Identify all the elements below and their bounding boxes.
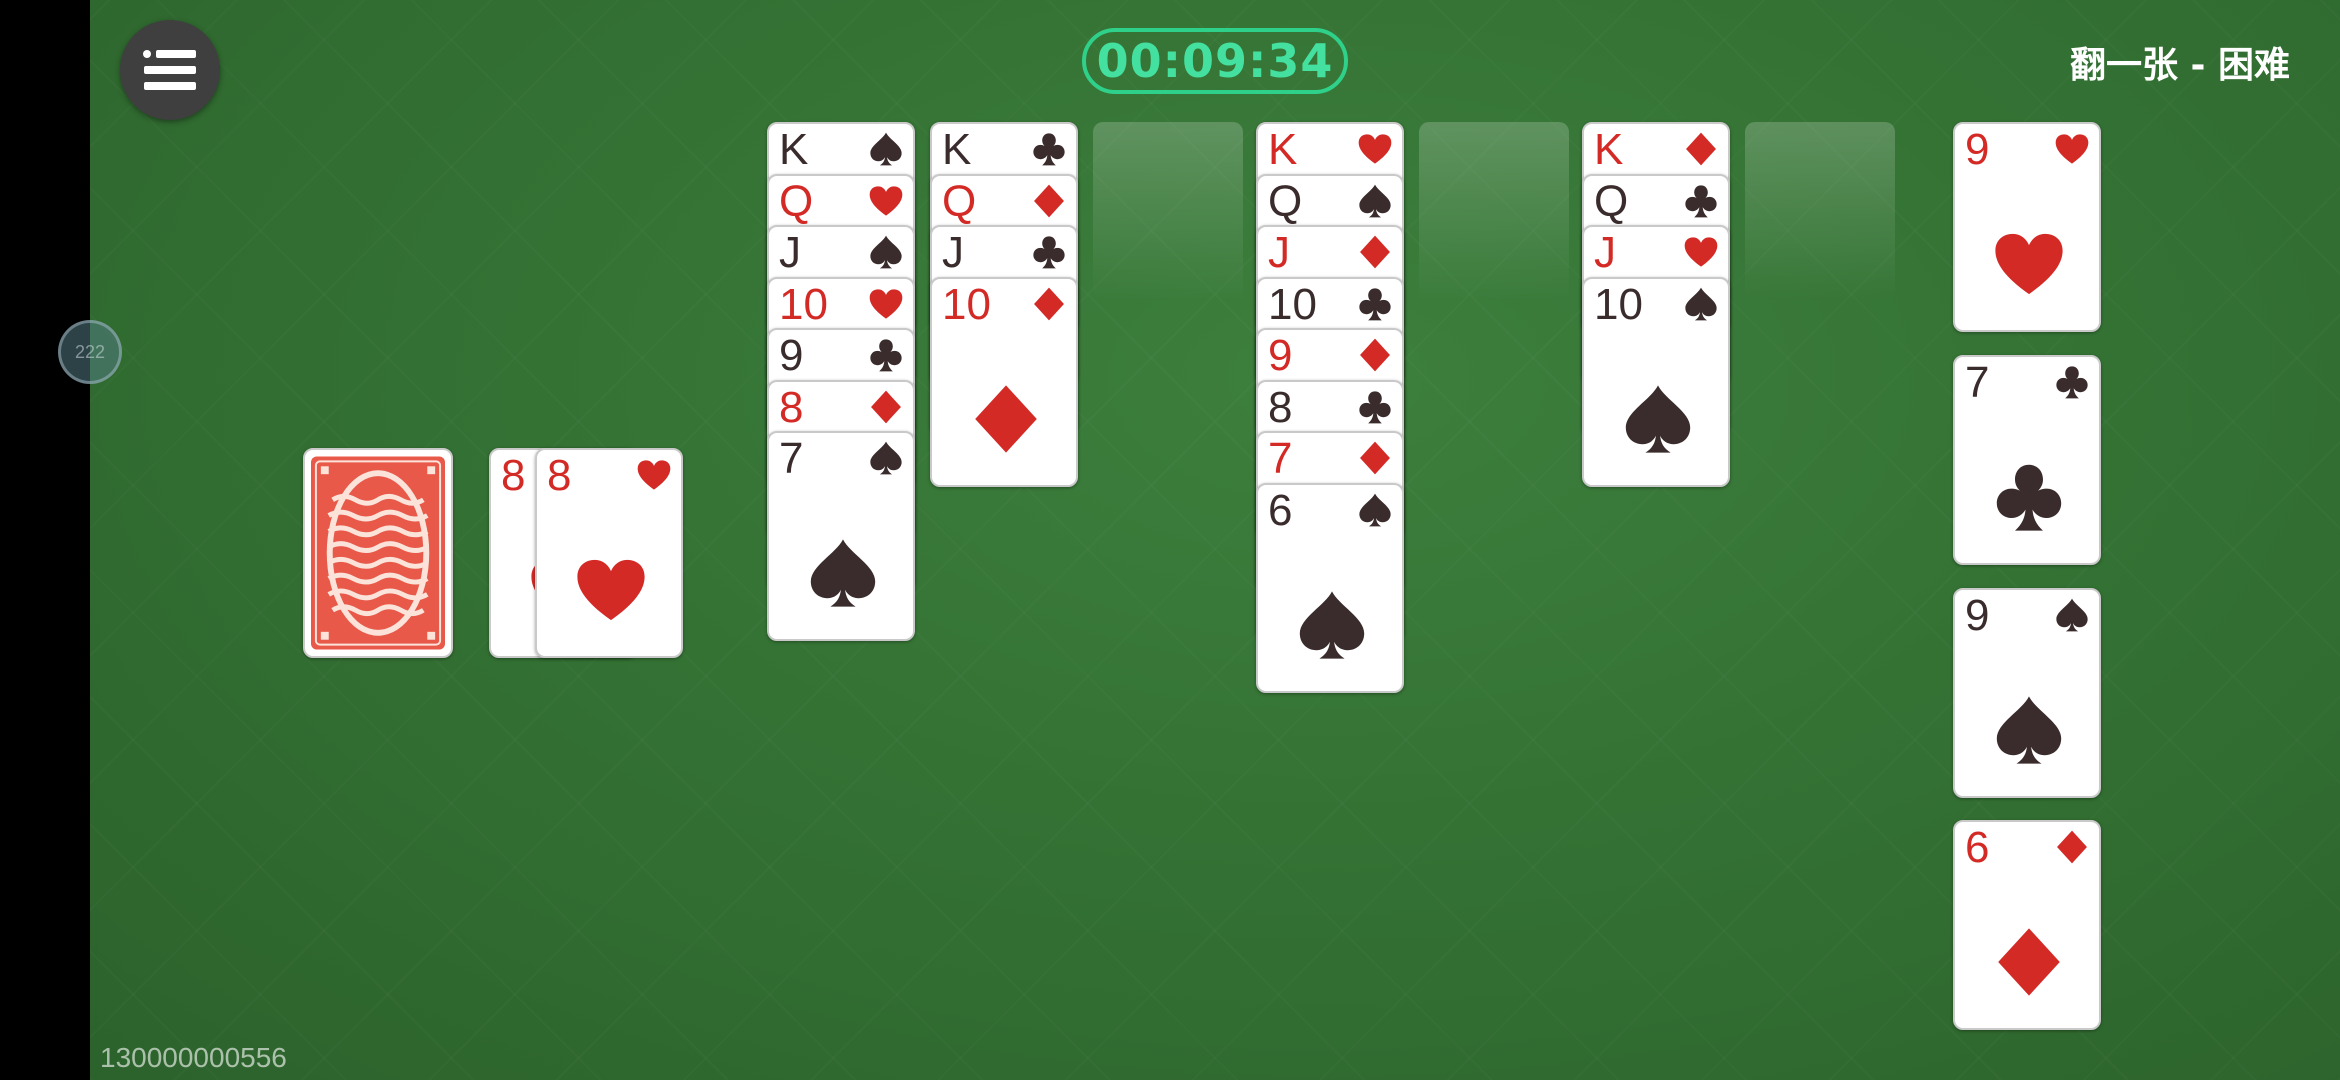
- card-rank: 8: [547, 451, 572, 500]
- stock-pile[interactable]: [303, 448, 453, 658]
- heart-suit-icon: [1684, 237, 1718, 267]
- card-rank: 6: [1965, 823, 1990, 872]
- waste-card[interactable]: 8: [535, 448, 683, 658]
- timer-text: 00:09:34: [1096, 34, 1334, 88]
- tableau-card[interactable]: 7: [767, 431, 915, 641]
- card-rank: 7: [1965, 358, 1990, 407]
- tableau-card[interactable]: 6: [1256, 483, 1404, 693]
- game-timer: 00:09:34: [1082, 28, 1348, 94]
- card-rank: 8: [501, 451, 526, 500]
- foundation-card[interactable]: 9: [1953, 588, 2101, 798]
- heart-suit-icon: [1358, 134, 1392, 164]
- spade-suit-icon: [1625, 385, 1691, 453]
- card-rank: K: [1268, 125, 1298, 174]
- diamond-suit-icon: [2057, 830, 2087, 864]
- game-mode-label: 翻一张 - 困难: [2069, 45, 2290, 86]
- club-suit-icon: [1033, 133, 1065, 166]
- foundation-card[interactable]: 9: [1953, 122, 2101, 332]
- spade-suit-icon: [1685, 287, 1717, 321]
- heart-suit-icon: [2055, 134, 2089, 164]
- club-suit-icon: [1996, 464, 2062, 531]
- spade-suit-icon: [1299, 591, 1365, 659]
- card-rank: 9: [1268, 331, 1293, 380]
- card-rank: 8: [779, 383, 804, 432]
- club-suit-icon: [1359, 288, 1391, 321]
- tableau-card[interactable]: 10: [1582, 277, 1730, 487]
- card-rank: J: [779, 228, 801, 277]
- card-rank: 8: [1268, 383, 1293, 432]
- card-rank: 10: [1268, 280, 1317, 329]
- spade-suit-icon: [810, 539, 876, 607]
- card-rank: J: [1594, 228, 1616, 277]
- card-rank: Q: [1268, 177, 1303, 226]
- spade-suit-icon: [1359, 493, 1391, 527]
- card-rank: 10: [942, 280, 991, 329]
- card-rank: 7: [1268, 434, 1293, 483]
- club-suit-icon: [870, 339, 902, 372]
- floating-assist-bubble[interactable]: 222: [58, 320, 122, 384]
- club-suit-icon: [2056, 366, 2088, 399]
- game-id: 130000000556: [100, 1042, 287, 1073]
- diamond-suit-icon: [1686, 132, 1716, 166]
- club-suit-icon: [1359, 391, 1391, 424]
- side-bubble-label: 222: [74, 341, 106, 362]
- card-rank: J: [942, 228, 964, 277]
- diamond-suit-icon: [1034, 184, 1064, 218]
- card-rank: Q: [779, 177, 814, 226]
- heart-suit-icon: [577, 559, 645, 621]
- club-suit-icon: [1033, 236, 1065, 269]
- diamond-suit-icon: [1360, 338, 1390, 372]
- card-rank: 9: [1965, 591, 1990, 640]
- foundation-card[interactable]: 7: [1953, 355, 2101, 565]
- diamond-suit-icon: [1034, 287, 1064, 321]
- card-rank: 10: [1594, 280, 1643, 329]
- diamond-suit-icon: [1360, 441, 1390, 475]
- card-rank: K: [1594, 125, 1624, 174]
- card-rank: J: [1268, 228, 1290, 277]
- card-rank: 9: [1965, 125, 1990, 174]
- card-rank: Q: [1594, 177, 1629, 226]
- spade-suit-icon: [2056, 598, 2088, 632]
- diamond-suit-icon: [975, 385, 1037, 453]
- tableau-card[interactable]: 10: [930, 277, 1078, 487]
- menu-icon: [143, 50, 196, 90]
- diamond-suit-icon: [871, 390, 901, 424]
- heart-suit-icon: [1995, 233, 2063, 295]
- spade-suit-icon: [1996, 696, 2062, 764]
- foundation-card[interactable]: 6: [1953, 820, 2101, 1030]
- heart-suit-icon: [869, 289, 903, 319]
- card-back-pattern-icon: [311, 456, 445, 650]
- card-rank: 6: [1268, 486, 1293, 535]
- spade-suit-icon: [1359, 184, 1391, 218]
- diamond-suit-icon: [1998, 928, 2060, 996]
- spade-suit-icon: [870, 235, 902, 269]
- card-rank: 7: [779, 434, 804, 483]
- club-suit-icon: [1685, 185, 1717, 218]
- heart-suit-icon: [869, 186, 903, 216]
- empty-tableau-slot[interactable]: [1093, 122, 1243, 332]
- card-rank: 10: [779, 280, 828, 329]
- diamond-suit-icon: [1360, 235, 1390, 269]
- card-rank: K: [942, 125, 972, 174]
- empty-tableau-slot[interactable]: [1745, 122, 1895, 332]
- card-rank: 9: [779, 331, 804, 380]
- menu-button[interactable]: [120, 20, 220, 120]
- heart-suit-icon: [637, 460, 671, 490]
- empty-tableau-slot[interactable]: [1419, 122, 1569, 332]
- card-rank: K: [779, 125, 809, 174]
- card-rank: Q: [942, 177, 977, 226]
- spade-suit-icon: [870, 441, 902, 475]
- spade-suit-icon: [870, 132, 902, 166]
